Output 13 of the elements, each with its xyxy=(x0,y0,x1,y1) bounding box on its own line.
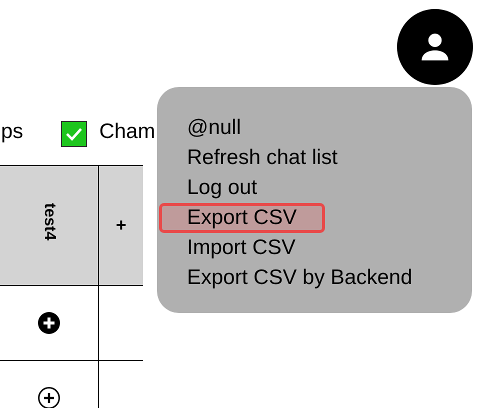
add-circle-icon[interactable] xyxy=(38,312,60,334)
check-icon xyxy=(65,127,84,141)
checkbox[interactable] xyxy=(61,121,88,147)
add-column-button[interactable]: + xyxy=(116,215,126,235)
checkbox-label: Cham xyxy=(99,118,156,144)
menu-item[interactable]: Export CSV by Backend xyxy=(159,263,440,293)
menu-item[interactable]: Import CSV xyxy=(159,233,324,263)
menu-item[interactable]: Export CSV xyxy=(159,203,325,233)
toolbar-label: ps xyxy=(1,118,24,144)
menu-item[interactable]: @null xyxy=(159,113,270,143)
menu-item[interactable]: Log out xyxy=(159,173,286,203)
column-header: test4 xyxy=(40,202,60,240)
menu-item[interactable]: Refresh chat list xyxy=(159,143,366,173)
